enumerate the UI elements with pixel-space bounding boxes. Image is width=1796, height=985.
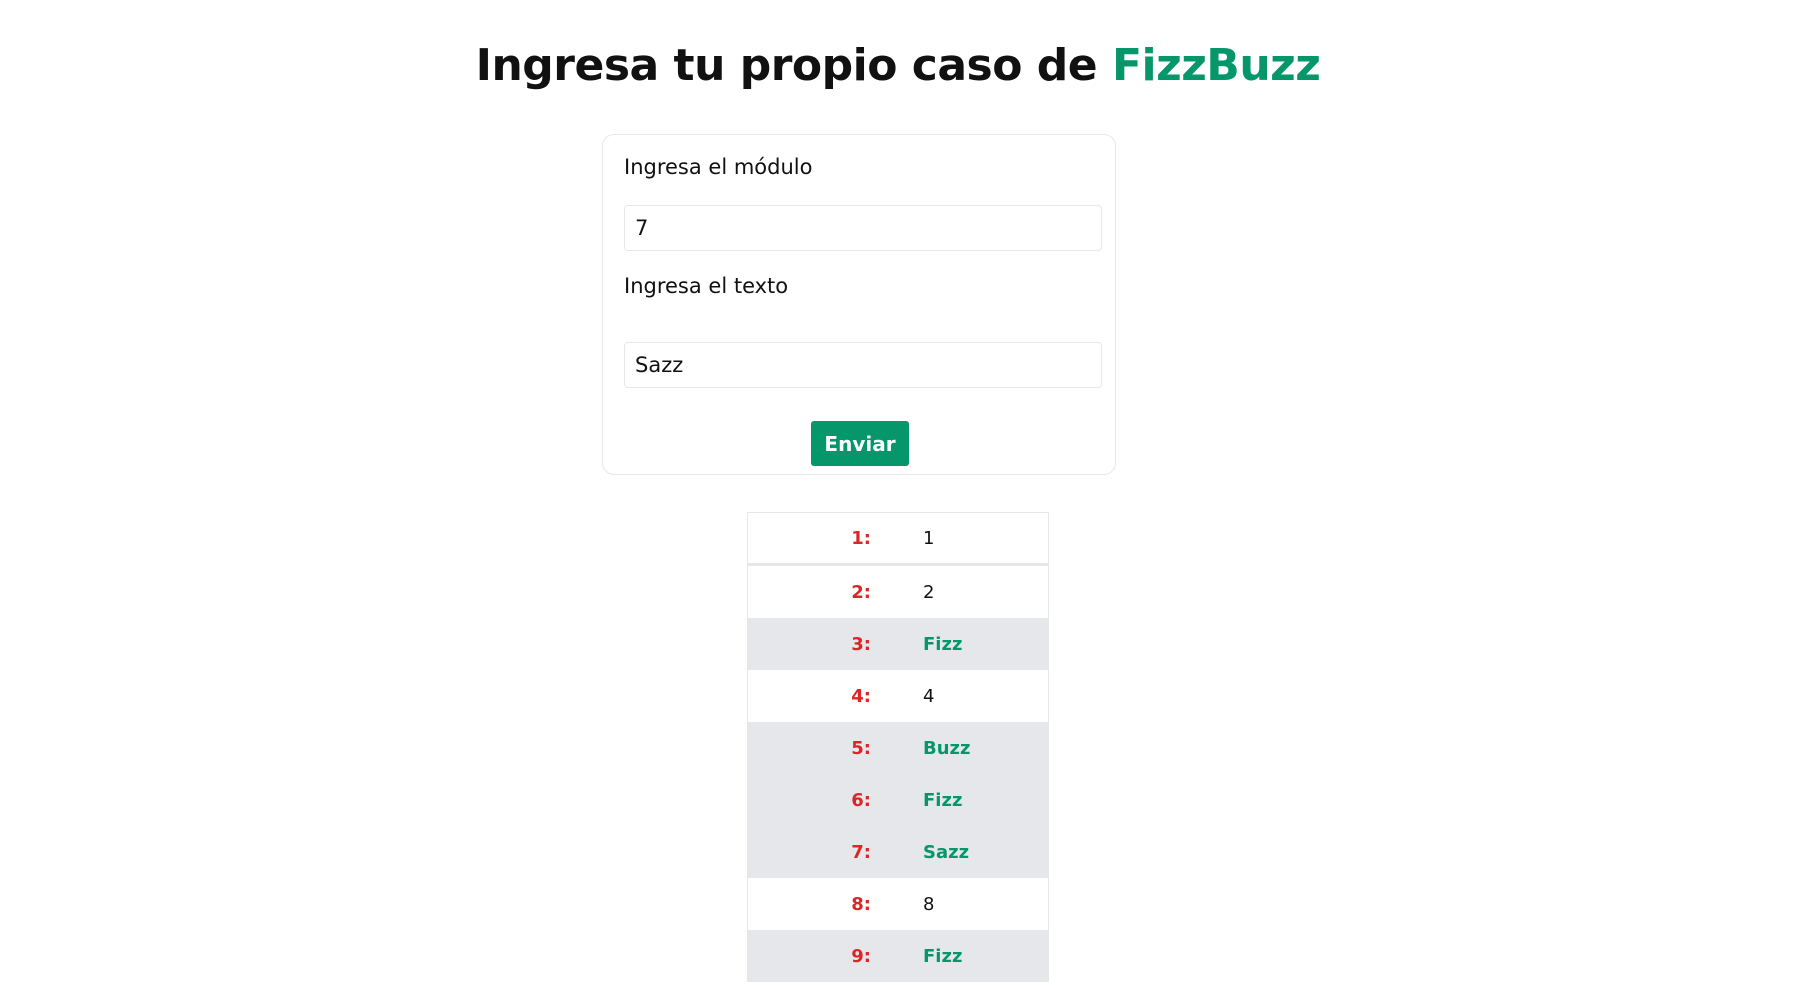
- result-value: Fizz: [923, 945, 963, 967]
- title-text: Ingresa tu propio caso de: [475, 40, 1098, 91]
- result-value: Fizz: [923, 789, 963, 811]
- result-number: 5:: [851, 737, 871, 759]
- module-input[interactable]: [624, 205, 1102, 251]
- result-row: 4: 4: [748, 670, 1048, 722]
- result-value: Buzz: [923, 737, 971, 759]
- result-number: 1:: [851, 527, 871, 549]
- result-value: Sazz: [923, 841, 970, 863]
- result-number: 3:: [851, 633, 871, 655]
- result-number: 7:: [851, 841, 871, 863]
- result-row: 8: 8: [748, 878, 1048, 930]
- result-value: 8: [923, 893, 935, 915]
- result-row: 7: Sazz: [748, 826, 1048, 878]
- result-value: 2: [923, 581, 935, 603]
- result-row: 3: Fizz: [748, 618, 1048, 670]
- module-label: Ingresa el módulo: [624, 155, 813, 179]
- results-table: 1: 1 2: 2 3: Fizz 4: 4 5: Buzz 6: Fizz 7: Sazz 8: 8 9: Fi…: [747, 512, 1049, 982]
- result-row: 2: 2: [748, 566, 1048, 618]
- result-row: 6: Fizz: [748, 774, 1048, 826]
- result-row: 5: Buzz: [748, 722, 1048, 774]
- result-row: 9: Fizz: [748, 930, 1048, 982]
- result-number: 6:: [851, 789, 871, 811]
- result-number: 9:: [851, 945, 871, 967]
- page-title: Ingresa tu propio caso de FizzBuzz: [0, 40, 1796, 91]
- result-value: Fizz: [923, 633, 963, 655]
- text-label: Ingresa el texto: [624, 274, 789, 298]
- result-row: 1: 1: [748, 513, 1048, 566]
- fizzbuzz-form-card: Ingresa el módulo Ingresa el texto Envia…: [602, 134, 1116, 475]
- result-number: 4:: [851, 685, 871, 707]
- result-value: 1: [923, 527, 935, 549]
- text-input[interactable]: [624, 342, 1102, 388]
- title-accent: FizzBuzz: [1111, 40, 1321, 91]
- result-number: 8:: [851, 893, 871, 915]
- result-value: 4: [923, 685, 935, 707]
- result-number: 2:: [851, 581, 871, 603]
- submit-button[interactable]: Enviar: [811, 421, 909, 466]
